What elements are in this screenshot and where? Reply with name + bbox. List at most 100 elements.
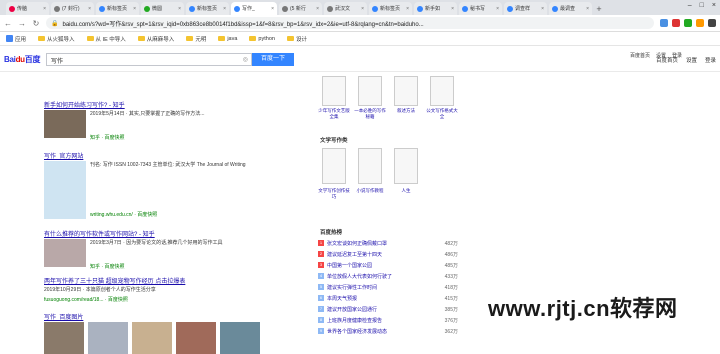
close-icon[interactable]: × — [316, 6, 319, 12]
result-title[interactable]: 写作_百度图片 — [44, 312, 304, 321]
result-url[interactable]: 知乎 · 百度快照 — [90, 263, 304, 270]
hot-item[interactable]: 8 上班族月度健康检查报告 376万 — [318, 315, 458, 325]
address-bar[interactable]: 🔒 baidu.com/s?wd=写作&rsv_spt=1&rsv_iqid=0… — [46, 17, 654, 29]
browser-tab[interactable]: 调查样 × — [504, 2, 547, 15]
bookmark-folder[interactable]: 从麻麻导入 — [137, 35, 174, 43]
hot-item[interactable]: 1 张文宏谈如何正确佩戴口罩 482万 — [318, 238, 458, 248]
result-url[interactable]: 知乎 · 百度快照 — [90, 134, 304, 141]
hot-item[interactable]: 3 中国第一个国家公园 485万 — [318, 260, 458, 270]
hot-item[interactable]: 4 单位放假人大代表如何行驶了 433万 — [318, 271, 458, 281]
close-icon[interactable]: × — [586, 6, 589, 12]
browser-tab[interactable]: 新标签页 × — [186, 2, 229, 15]
browser-tab[interactable]: 微圆 × — [141, 2, 184, 15]
book-cover[interactable] — [358, 148, 382, 184]
browser-tab[interactable]: 传脑 × — [6, 2, 49, 15]
close-icon[interactable]: × — [178, 6, 181, 12]
browser-tab[interactable]: 秘书写 × — [459, 2, 502, 15]
result-title[interactable]: 新手如何开始练习写作? - 知乎 — [44, 100, 304, 109]
browser-tab[interactable]: 新标签页 × — [369, 2, 412, 15]
result-image[interactable] — [220, 322, 260, 354]
result-image[interactable] — [44, 322, 84, 354]
close-icon[interactable]: × — [133, 6, 136, 12]
new-tab-button[interactable]: + — [594, 4, 604, 14]
result-image[interactable] — [176, 322, 216, 354]
browser-tab[interactable]: (7 封行) × — [51, 2, 94, 15]
extension-icon[interactable] — [660, 19, 668, 27]
browser-tab[interactable]: 武汉文 × — [324, 2, 367, 15]
book-title[interactable]: 一本必胜的写作秘籍 — [354, 108, 386, 120]
back-icon[interactable]: ← — [4, 19, 12, 28]
folder-icon — [286, 36, 294, 41]
bookmark-folder[interactable]: 元明 — [186, 35, 206, 43]
close-icon[interactable]: × — [361, 6, 364, 12]
result-title[interactable]: 有什么推荐的写作软件或写作网站? - 知乎 — [44, 229, 304, 238]
browser-tab[interactable]: 新手如 × — [414, 2, 457, 15]
result-url[interactable]: writing.whu.edu.cn/ · 百度快照 — [90, 211, 304, 218]
profile-icon[interactable] — [708, 19, 716, 27]
maximize-icon[interactable]: □ — [700, 2, 704, 9]
extension-icon[interactable] — [684, 19, 692, 27]
hot-item[interactable]: 9 世界各个国家经济发展动态 362万 — [318, 326, 458, 336]
forward-icon[interactable]: → — [18, 19, 26, 28]
browser-tab-active[interactable]: 写作_ × — [231, 2, 277, 15]
book-cover[interactable] — [322, 76, 346, 106]
close-icon[interactable]: × — [406, 6, 409, 12]
close-icon[interactable]: × — [496, 6, 499, 12]
close-icon[interactable]: × — [43, 6, 46, 12]
bookmark-apps[interactable]: 应用 — [6, 35, 26, 43]
close-icon[interactable]: × — [541, 6, 544, 12]
reload-icon[interactable]: ↻ — [32, 19, 40, 28]
result-title[interactable]: 写作_官方网站 — [44, 151, 304, 160]
minimize-icon[interactable]: – — [688, 2, 692, 9]
hot-item[interactable]: 6 本周天气预报 415万 — [318, 293, 458, 303]
folder-icon — [186, 36, 194, 41]
search-button[interactable]: 百度一下 — [252, 53, 294, 66]
home-link[interactable]: 百度首页 — [630, 52, 650, 59]
book-title[interactable]: 公文写作格式大全 — [426, 108, 458, 120]
bookmark-folder[interactable]: 设计 — [286, 35, 307, 43]
book-title[interactable]: 文学写作创作技巧 — [318, 188, 350, 200]
camera-icon[interactable]: ◎ — [243, 56, 248, 63]
bookmark-folder[interactable]: 从 IE 中导入 — [86, 35, 126, 43]
close-window-icon[interactable]: × — [712, 2, 716, 9]
close-icon[interactable]: × — [88, 6, 91, 12]
settings-link[interactable]: 设置 — [686, 56, 697, 64]
url-text[interactable]: baidu.com/s?wd=写作&rsv_spt=1&rsv_iqid=0xb… — [62, 19, 423, 28]
result-thumbnail[interactable] — [44, 239, 86, 267]
search-input[interactable]: 写作 ◎ — [46, 53, 252, 66]
lock-icon[interactable]: 🔒 — [51, 20, 58, 27]
result-thumbnail[interactable] — [44, 161, 86, 219]
bookmark-folder[interactable]: java — [218, 36, 237, 42]
hot-item[interactable]: 5 建议实行弹性工作时间 418万 — [318, 282, 458, 292]
close-icon[interactable]: × — [223, 6, 226, 12]
book-cover[interactable] — [430, 76, 454, 106]
result-title[interactable]: 两年写作养了三十只猫 超级宠物写作经历 点击拉爆表 — [44, 276, 304, 285]
hot-item[interactable]: 2 建议延迟复工至第十四天 486万 — [318, 249, 458, 259]
settings-link[interactable]: 设置 — [656, 52, 666, 59]
extension-icon[interactable] — [672, 19, 680, 27]
book-title[interactable]: 人生 — [390, 188, 422, 194]
login-link[interactable]: 登录 — [705, 56, 716, 64]
result-thumbnail[interactable] — [44, 110, 86, 138]
close-icon[interactable]: × — [271, 6, 274, 12]
browser-tab[interactable]: 新标签页 × — [96, 2, 139, 15]
book-cover[interactable] — [394, 148, 418, 184]
login-link[interactable]: 登录 — [672, 52, 682, 59]
extension-icon[interactable] — [696, 19, 704, 27]
hot-item[interactable]: 7 建议开放国家公园通行 385万 — [318, 304, 458, 314]
result-image[interactable] — [88, 322, 128, 354]
result-url[interactable]: fusuoguong.com/read/18... · 百度快照 — [44, 296, 304, 303]
book-cover[interactable] — [358, 76, 382, 106]
browser-tab[interactable]: 最调查 × — [549, 2, 592, 15]
book-title[interactable]: 小说写作教程 — [354, 188, 386, 194]
book-cover[interactable] — [322, 148, 346, 184]
close-icon[interactable]: × — [451, 6, 454, 12]
result-image[interactable] — [132, 322, 172, 354]
book-title[interactable]: 叙述方法 — [390, 108, 422, 114]
bookmark-folder[interactable]: 从火狐导入 — [38, 35, 75, 43]
book-title[interactable]: 少年写作文艺版全集 — [318, 108, 350, 120]
book-cover[interactable] — [394, 76, 418, 106]
baidu-logo[interactable]: Baidu百度 — [4, 54, 40, 65]
bookmark-folder[interactable]: python — [249, 36, 275, 42]
browser-tab[interactable]: (5 新行 × — [279, 2, 322, 15]
